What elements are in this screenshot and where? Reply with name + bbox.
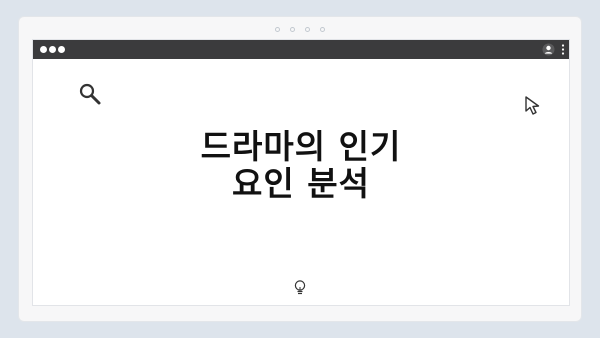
window-dot-maximize[interactable]: [58, 46, 65, 53]
page-title-line-2: 요인 분석: [232, 164, 370, 203]
user-icon[interactable]: [542, 43, 555, 56]
window-dot-close[interactable]: [40, 46, 47, 53]
window-titlebar: [33, 40, 569, 59]
search-icon[interactable]: [78, 82, 102, 106]
page-title-line-1: 드라마의 인기: [200, 127, 402, 166]
page-title: 드라마의 인기 요인 분석: [33, 128, 569, 202]
lightbulb-icon: [294, 280, 306, 295]
window-dot-minimize[interactable]: [49, 46, 56, 53]
browser-window: 드라마의 인기 요인 분석: [33, 40, 569, 305]
camera-dots: [19, 27, 581, 32]
kebab-menu-icon[interactable]: [561, 44, 565, 55]
device-frame: 드라마의 인기 요인 분석: [19, 17, 581, 321]
cursor-arrow-icon: [525, 96, 540, 115]
